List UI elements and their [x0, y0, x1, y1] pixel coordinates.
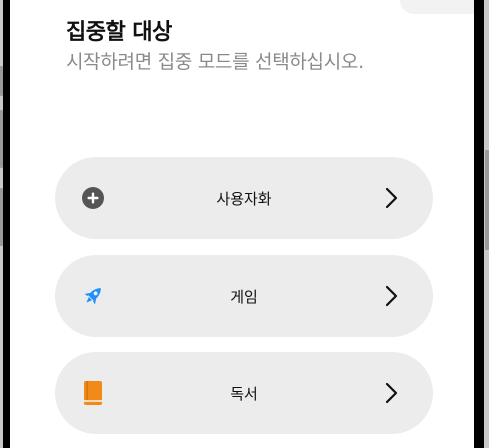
top-corner-shade [400, 0, 474, 14]
focus-mode-label: 독서 [230, 385, 258, 403]
device-volume-down-button [0, 188, 3, 246]
focus-screen: 집중할 대상 시작하려면 집중 모드를 선택하십시오. 사용자화 게임 독서 [10, 0, 474, 448]
focus-mode-reading[interactable]: 독서 [55, 352, 433, 434]
device-power-button [485, 150, 489, 250]
device-volume-up-button [0, 110, 3, 168]
device-side-button [0, 66, 3, 96]
page-subtitle: 시작하려면 집중 모드를 선택하십시오. [66, 51, 364, 73]
focus-mode-custom[interactable]: 사용자화 [55, 157, 433, 239]
focus-mode-label: 게임 [230, 288, 258, 306]
chevron-right-icon [383, 186, 401, 210]
focus-mode-label: 사용자화 [216, 190, 272, 208]
chevron-right-icon [383, 381, 401, 405]
chevron-right-icon [383, 284, 401, 308]
focus-mode-gaming[interactable]: 게임 [55, 255, 433, 337]
device-frame: 집중할 대상 시작하려면 집중 모드를 선택하십시오. 사용자화 게임 독서 [0, 0, 489, 448]
page-title: 집중할 대상 [66, 20, 172, 45]
